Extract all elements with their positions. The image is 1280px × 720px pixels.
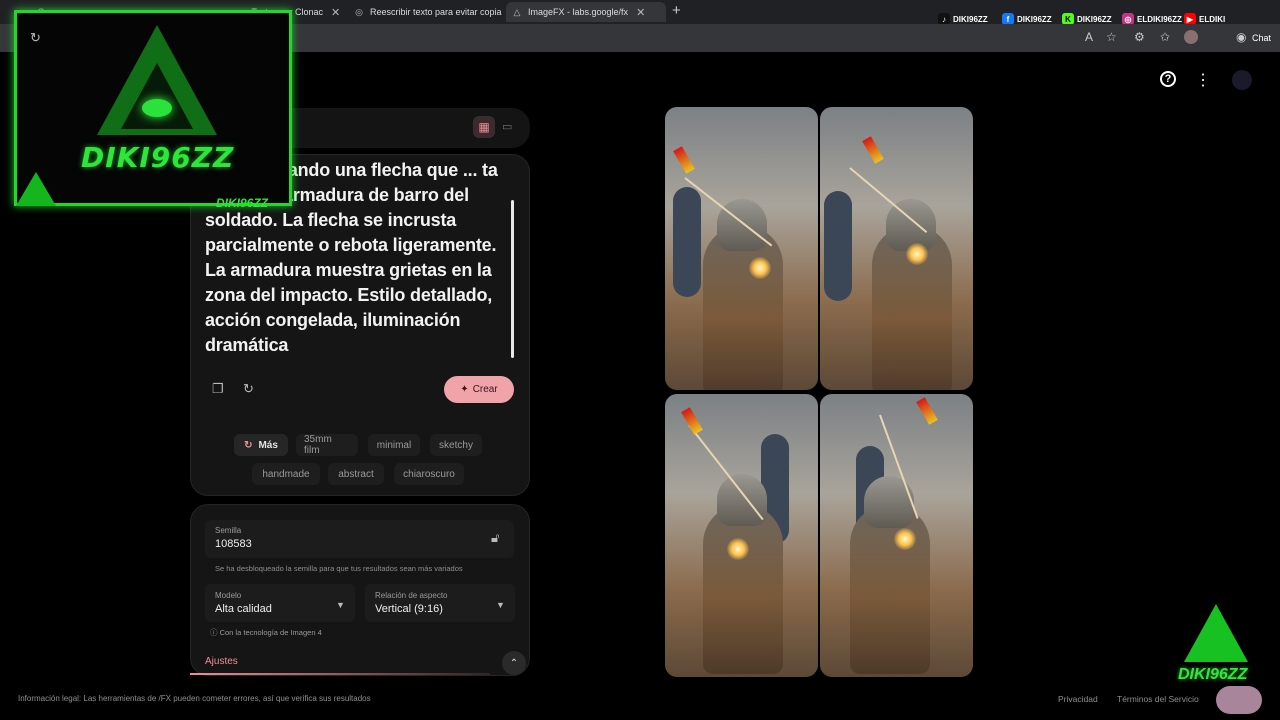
terms-link[interactable]: Términos del Servicio — [1117, 694, 1199, 704]
soldier-figure — [850, 504, 930, 674]
help-icon[interactable]: ? — [1160, 71, 1176, 87]
model-value: Alta calidad — [215, 603, 272, 615]
aspect-ratio-value: Vertical (9:16) — [375, 603, 443, 615]
seed-hint: Se ha desbloqueado la semilla para que t… — [215, 564, 463, 573]
arrow-fletching — [673, 146, 695, 174]
aspect-ratio-label: Relación de aspecto — [375, 591, 448, 600]
social-handle: DIKI96ZZ — [1017, 14, 1052, 24]
glowing-eye-icon — [142, 99, 172, 117]
overlay-logo-text: DIKI96ZZ — [81, 141, 235, 174]
globe-icon: ◎ — [355, 6, 363, 17]
overlay-caption: DIKI96ZZ — [216, 196, 269, 210]
tab-ajustes[interactable]: Ajustes — [205, 656, 238, 667]
arrow-fletching — [862, 136, 884, 164]
screen: G e Texto y Clonac ✕ ◎ Reescribir texto … — [0, 0, 1280, 720]
triangle-logo-icon — [16, 172, 56, 206]
arrow-fletching — [681, 407, 703, 435]
browser-tab-active[interactable]: △ ImageFX - labs.google/fx ✕ — [506, 2, 666, 22]
impact-spark — [906, 243, 928, 265]
style-chip[interactable]: handmade — [252, 463, 320, 485]
tab-title: Reescribir texto para evitar copia — [370, 7, 502, 17]
chevron-down-icon: ▼ — [336, 600, 345, 610]
impact-spark — [727, 538, 749, 560]
style-chip[interactable]: chiaroscuro — [394, 463, 464, 485]
style-chip[interactable]: abstract — [328, 463, 384, 485]
extensions-icon[interactable]: ⚙ — [1134, 30, 1145, 44]
collapse-icon[interactable]: ⌃ — [502, 651, 526, 675]
helmet-shape — [717, 474, 767, 526]
more-chips-label: Más — [258, 439, 278, 451]
impact-spark — [749, 257, 771, 279]
triangle-logo-icon — [1184, 604, 1248, 662]
create-button[interactable]: ✦ Crear — [444, 376, 514, 403]
powered-by-text: ⓘ Con la tecnología de Imagen 4 — [210, 627, 322, 638]
info-icon: ⓘ — [210, 628, 220, 637]
read-aloud-icon[interactable]: A — [1085, 30, 1093, 44]
corner-logo-text: DIKI96ZZ — [1178, 666, 1248, 683]
favorites-icon[interactable]: ✩ — [1160, 30, 1170, 44]
copy-icon[interactable]: ❐ — [212, 381, 224, 397]
generated-image-4[interactable] — [820, 394, 973, 677]
corner-streamer-logo: DIKI96ZZ — [1178, 600, 1254, 686]
style-chip[interactable]: sketchy — [430, 434, 482, 456]
soldier-figure — [703, 504, 783, 674]
browser-tab[interactable]: ◎ Reescribir texto para evitar copia ✕ — [348, 2, 525, 22]
impact-spark — [894, 528, 916, 550]
generated-image-2[interactable] — [820, 107, 973, 390]
grid-view-icon[interactable]: ▦ — [473, 116, 495, 138]
reload-icon[interactable]: ↻ — [30, 30, 41, 46]
chevron-down-icon: ▼ — [496, 600, 505, 610]
powered-by-label: Con la tecnología de Imagen 4 — [219, 628, 322, 637]
prompt-scrollbar[interactable] — [511, 200, 514, 358]
social-handle: DIKI96ZZ — [953, 14, 988, 24]
more-options-icon[interactable]: ⋮ — [1195, 70, 1211, 90]
seed-label: Semilla — [215, 526, 242, 535]
triangle-inner-shape — [121, 63, 193, 129]
helmet-shape — [864, 476, 914, 528]
reset-icon[interactable]: ↻ — [243, 381, 254, 397]
model-label: Modelo — [215, 591, 242, 600]
labs-icon: △ — [513, 6, 521, 17]
close-tab-icon[interactable]: ✕ — [636, 6, 645, 19]
more-chips-button[interactable]: ↻ Más — [234, 434, 288, 456]
single-view-icon[interactable]: ▭ — [502, 120, 512, 133]
bookmark-star-icon[interactable]: ☆ — [1106, 30, 1117, 44]
arrow-fletching — [916, 397, 938, 425]
account-avatar[interactable] — [1232, 70, 1252, 90]
copilot-icon[interactable]: ◉ — [1236, 30, 1246, 44]
tab-title: ImageFX - labs.google/fx — [528, 7, 629, 17]
social-handle: DIKI96ZZ — [1077, 14, 1112, 24]
browser-profile-avatar[interactable] — [1184, 30, 1198, 44]
close-tab-icon[interactable]: ✕ — [331, 6, 340, 19]
archer-figure — [824, 191, 852, 301]
seed-value[interactable]: 108583 — [215, 538, 252, 550]
social-handle: ELDIKI — [1199, 14, 1226, 24]
generated-image-3[interactable] — [665, 394, 818, 677]
helmet-shape — [886, 199, 936, 251]
refresh-icon: ↻ — [244, 439, 253, 451]
new-tab-button[interactable]: + — [672, 2, 681, 19]
style-chip[interactable]: minimal — [368, 434, 420, 456]
style-chip[interactable]: 35mm film — [296, 434, 358, 456]
create-button-label: Crear — [472, 384, 498, 395]
privacy-link[interactable]: Privacidad — [1058, 694, 1098, 704]
tab-title: y Clonac — [288, 7, 324, 17]
unlock-icon[interactable]: 🔓︎ — [491, 530, 499, 546]
generated-image-1[interactable] — [665, 107, 818, 390]
feedback-button[interactable] — [1216, 686, 1262, 714]
legal-notice: Información legal: Las herramientas de /… — [18, 694, 371, 703]
archer-figure — [673, 187, 701, 297]
sparkle-icon: ✦ — [460, 384, 469, 395]
tab-underline — [190, 673, 490, 675]
chat-button[interactable]: Chat — [1252, 33, 1271, 43]
social-handle: ELDIKI96ZZ — [1137, 14, 1182, 24]
overlay-small-logo — [8, 166, 64, 212]
